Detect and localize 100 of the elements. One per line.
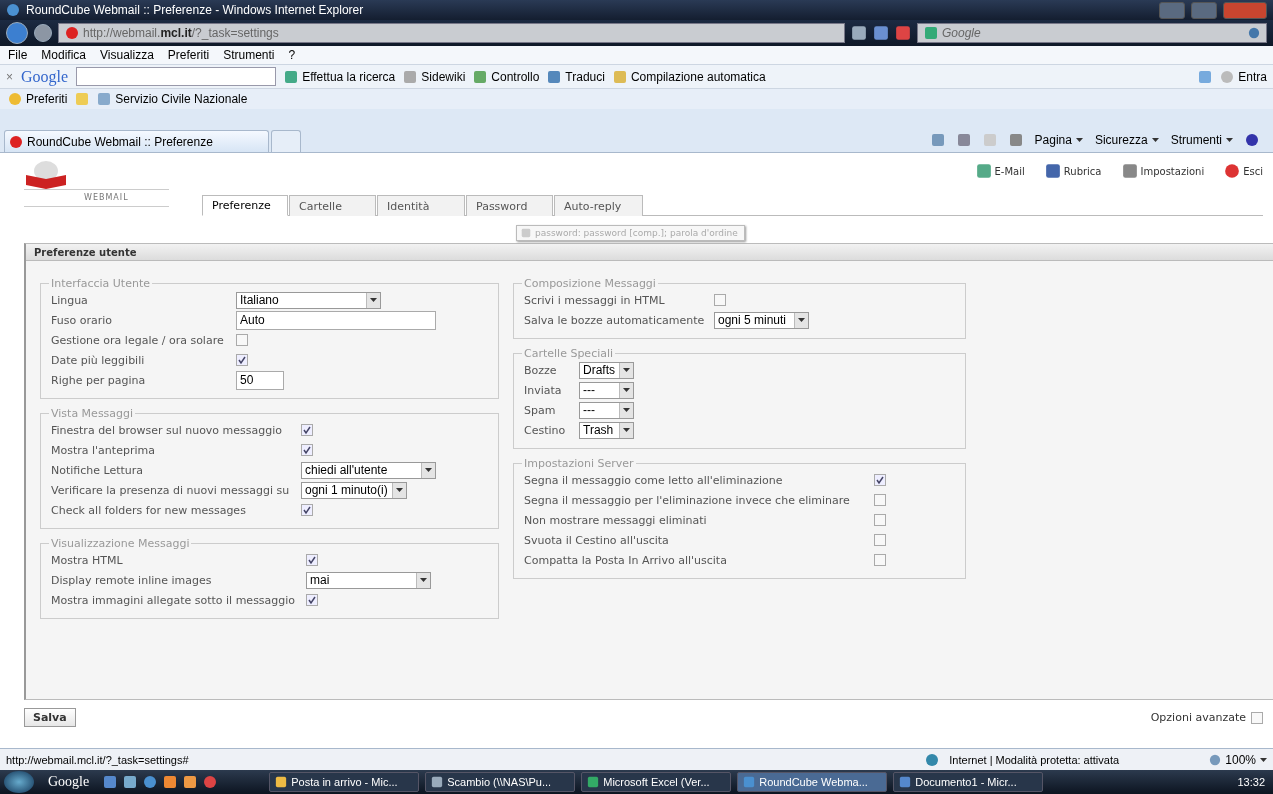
field-label: Mostra l'anteprima	[51, 442, 156, 459]
timezone-field[interactable]: Auto	[236, 310, 436, 330]
checkbox[interactable]	[874, 554, 886, 566]
caret-icon	[370, 298, 377, 302]
taskbar-button[interactable]: Documento1 - Micr...	[893, 772, 1044, 792]
rows-field[interactable]: 50	[236, 370, 284, 390]
settings-tab[interactable]: Password	[466, 195, 553, 216]
browser-tab[interactable]: RoundCube Webmail :: Preferenze	[4, 130, 269, 152]
nav-link[interactable]: Impostazioni	[1121, 163, 1205, 179]
toolbar-search-field[interactable]	[76, 67, 277, 86]
favorite-link[interactable]: Servizio Civile Nazionale	[97, 92, 248, 106]
checkbox[interactable]	[874, 474, 886, 486]
settings-tab[interactable]: Cartelle	[289, 195, 376, 216]
dropdown[interactable]: ---	[579, 381, 634, 399]
new-tab-button[interactable]	[271, 130, 301, 152]
address-field[interactable]: http://webmail.mcl.it/?_task=settings	[58, 23, 845, 43]
taskbar-button[interactable]: Microsoft Excel (Ver...	[581, 772, 732, 792]
caret-icon	[623, 428, 630, 432]
caret-icon	[623, 368, 630, 372]
start-button[interactable]	[4, 771, 34, 793]
settings-tab[interactable]: Auto-reply	[554, 195, 643, 216]
save-button[interactable]: Salva	[24, 708, 76, 727]
menu-item[interactable]: Modifica	[41, 48, 87, 62]
field-label: Gestione ora legale / ora solare	[51, 332, 225, 349]
menu-item[interactable]: ?	[288, 48, 296, 62]
dropdown[interactable]: mai	[306, 571, 431, 589]
field-label: Date più leggibili	[51, 352, 146, 369]
caret-icon	[1151, 137, 1159, 142]
taskbar-button[interactable]: Posta in arrivo - Mic...	[269, 772, 420, 792]
menu-item[interactable]: File	[8, 48, 28, 62]
checkbox[interactable]	[714, 294, 726, 306]
maximize-button[interactable]	[1191, 1, 1217, 19]
taskbar-button[interactable]: Scambio (\\NAS\Pu...	[425, 772, 576, 792]
minimize-button[interactable]	[1159, 1, 1185, 19]
toolbar-button[interactable]: Compilazione automatica	[612, 69, 766, 84]
checkbox[interactable]	[236, 354, 248, 366]
dropdown[interactable]: ---	[579, 401, 634, 419]
caret-icon	[798, 318, 805, 322]
field-label: Check all folders for new messages	[51, 502, 247, 519]
dropdown[interactable]: ogni 1 minuto(i)	[301, 481, 407, 499]
back-button[interactable]	[6, 22, 28, 44]
dropdown[interactable]: Drafts	[579, 361, 634, 379]
signin-button[interactable]: Entra	[1220, 69, 1267, 84]
caret-icon	[1075, 137, 1083, 142]
checkbox[interactable]	[874, 534, 886, 546]
toolbar-button[interactable]: Controllo	[473, 69, 540, 84]
settings-tab[interactable]: Preferenze	[202, 195, 288, 216]
close-button[interactable]	[1223, 1, 1267, 19]
search-field[interactable]: Google	[917, 23, 1267, 43]
field-label: Inviata	[524, 382, 563, 399]
toolbar-button[interactable]: Sidewiki	[403, 69, 466, 84]
nav-link[interactable]: Esci	[1224, 163, 1263, 179]
caret-icon	[396, 488, 403, 492]
zoom-button[interactable]: 100%	[1209, 752, 1267, 767]
taskbar-button[interactable]: RoundCube Webma...	[737, 772, 888, 792]
favorites-button[interactable]: Preferiti	[8, 92, 68, 106]
close-toolbar-button[interactable]: ×	[6, 69, 13, 84]
settings-tab[interactable]: Identità	[377, 195, 465, 216]
google-logo: Google	[21, 67, 69, 86]
checkbox[interactable]	[301, 504, 313, 516]
checkbox[interactable]	[306, 554, 318, 566]
toolbar-button[interactable]: Traduci	[547, 69, 605, 84]
field-label: Non mostrare messaggi eliminati	[524, 512, 708, 529]
nav-link[interactable]: Rubrica	[1044, 163, 1102, 179]
dropdown[interactable]: chiedi all'utente	[301, 461, 436, 479]
dropdown[interactable]: Trash	[579, 421, 634, 439]
group-title: Vista Messaggi	[50, 407, 135, 420]
checkbox[interactable]	[301, 444, 313, 456]
checkbox[interactable]	[301, 424, 313, 436]
checkbox[interactable]	[1251, 711, 1263, 724]
forward-button[interactable]	[34, 24, 52, 42]
caret-icon	[623, 388, 630, 392]
window-title: RoundCube Webmail :: Preferenze - Windows Internet Explorer	[26, 3, 365, 17]
dropdown[interactable]: ogni 5 minuti	[714, 311, 809, 329]
nav-link[interactable]: E-Mail	[975, 163, 1025, 179]
toolbar-button[interactable]: Effettua la ricerca	[284, 69, 396, 84]
caret-icon	[1260, 757, 1267, 762]
checkbox[interactable]	[874, 494, 886, 506]
command-button[interactable]: Strumenti	[1170, 132, 1233, 147]
checkbox[interactable]	[306, 594, 318, 606]
menu-item[interactable]: Preferiti	[167, 48, 210, 62]
logo-icon	[24, 159, 68, 189]
clock: 13:32	[1237, 776, 1266, 788]
group-title: Composizione Messaggi	[523, 277, 657, 290]
status-url: http://webmail.mcl.it/?_task=settings#	[6, 753, 190, 766]
field-label: Lingua	[51, 292, 89, 309]
field-label: Finestra del browser sul nuovo messaggio	[51, 422, 284, 439]
caret-icon	[1226, 137, 1233, 142]
command-button[interactable]: Pagina	[1034, 132, 1083, 147]
checkbox[interactable]	[874, 514, 886, 526]
command-button[interactable]: Sicurezza	[1094, 132, 1159, 147]
checkbox[interactable]	[236, 334, 248, 346]
menu-item[interactable]: Strumenti	[223, 48, 275, 62]
dropdown[interactable]: Italiano	[236, 291, 381, 309]
field-label: Fuso orario	[51, 312, 113, 329]
group-title: Visualizzazione Messaggi	[50, 537, 191, 550]
field-label: Salva le bozze automaticamente	[524, 312, 706, 329]
menu-item[interactable]: Visualizza	[100, 48, 154, 62]
field-label: Spam	[524, 402, 557, 419]
security-zone: Internet | Modalità protetta: attivata	[949, 753, 1121, 766]
